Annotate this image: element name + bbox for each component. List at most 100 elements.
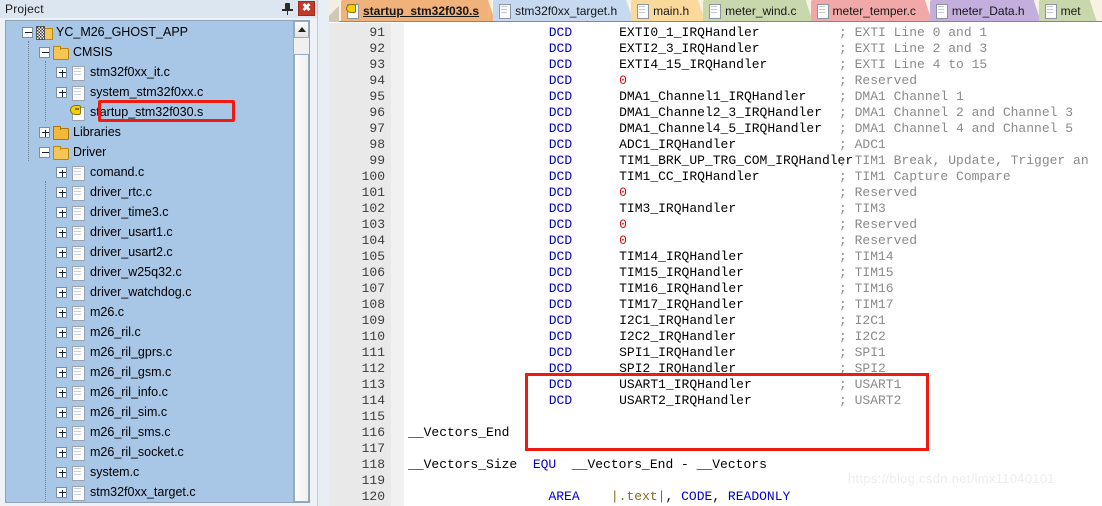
code-operand: ADC1_IRQHandler [619, 137, 737, 152]
tree-item-m26-c[interactable]: m26.c [6, 302, 293, 322]
collapse-icon[interactable] [39, 46, 50, 58]
editor-tab-main-h[interactable]: main.h [631, 0, 699, 21]
expand-icon[interactable] [56, 446, 67, 458]
expand-icon[interactable] [56, 266, 67, 278]
expand-icon[interactable] [56, 486, 67, 498]
code-comment: ; EXTI Line 2 and 3 [839, 41, 988, 56]
expand-icon[interactable] [56, 306, 67, 318]
code-directive: DCD [548, 57, 573, 72]
line-number: 107 [361, 281, 385, 296]
tree-item-comand-c[interactable]: comand.c [6, 162, 293, 182]
code-operand: EXTI2_3_IRQHandler [619, 41, 760, 56]
expand-icon[interactable] [56, 186, 67, 198]
expand-icon[interactable] [56, 366, 67, 378]
code-text: __Vectors_Size EQU __Vectors_End - __Vec… [408, 457, 767, 472]
tree-item-m26-ril-gsm-c[interactable]: m26_ril_gsm.c [6, 362, 293, 382]
tree-item-m26-ril-gprs-c[interactable]: m26_ril_gprs.c [6, 342, 293, 362]
code-operand: 0 [619, 233, 627, 248]
collapse-icon[interactable] [22, 26, 33, 38]
header-file-icon [636, 3, 650, 19]
code-line: 111 DCD SPI1_IRQHandler ; SPI1 [329, 345, 1102, 361]
file-icon [70, 405, 85, 421]
expand-icon[interactable] [56, 206, 67, 218]
editor-tab-stm32f0xx-target-h[interactable]: stm32f0xx_target.h [493, 0, 627, 21]
tree-item-system-stm32f0xx-c[interactable]: system_stm32f0xx.c [6, 82, 293, 102]
line-number: 95 [369, 89, 385, 104]
tree-item-driver-watchdog-c[interactable]: driver_watchdog.c [6, 282, 293, 302]
watermark: https://blog.csdn.net/lmx11040101 [848, 471, 1055, 486]
editor-tab-met[interactable]: met [1038, 0, 1090, 21]
tree-item-m26-ril-sim-c[interactable]: m26_ril_sim.c [6, 402, 293, 422]
tree-item-driver[interactable]: Driver [6, 142, 293, 162]
expand-icon[interactable] [56, 406, 67, 418]
expand-icon[interactable] [56, 246, 67, 258]
tree-item-driver-usart2-c[interactable]: driver_usart2.c [6, 242, 293, 262]
tree-item-stm32f0xx-it-c[interactable]: stm32f0xx_it.c [6, 62, 293, 82]
tree-item-driver-rtc-c[interactable]: driver_rtc.c [6, 182, 293, 202]
line-number: 110 [361, 329, 385, 344]
pane-splitter[interactable] [317, 0, 329, 506]
tree-item-label: driver_rtc.c [90, 185, 152, 199]
scrollbar-thumb[interactable] [294, 54, 309, 502]
tree-item-driver-usart1-c[interactable]: driver_usart1.c [6, 222, 293, 242]
file-icon [70, 425, 85, 441]
tree-item-driver-w25q32-c[interactable]: driver_w25q32.c [6, 262, 293, 282]
expand-icon[interactable] [56, 166, 67, 178]
editor-tab-meter-data-h[interactable]: meter_Data.h [929, 0, 1034, 21]
file-icon [70, 385, 85, 401]
code-line: 112 DCD SPI2_IRQHandler ; SPI2 [329, 361, 1102, 377]
tree-item-label: Driver [73, 145, 107, 159]
tree-item-yc-m26-ghost-app[interactable]: YC_M26_GHOST_APP [6, 22, 293, 42]
expand-icon[interactable] [56, 426, 67, 438]
code-operand: I2C1_IRQHandler [619, 313, 737, 328]
tree-item-label: driver_usart1.c [90, 225, 173, 239]
line-number: 102 [361, 201, 385, 216]
expand-icon[interactable] [56, 326, 67, 338]
editor-tab-meter-wind-c[interactable]: meter_wind.c [703, 0, 806, 21]
tree-item-driver-time3-c[interactable]: driver_time3.c [6, 202, 293, 222]
tree-item-label: startup_stm32f030.s [90, 105, 204, 119]
code-editor[interactable]: 91 DCD EXTI0_1_IRQHandler ; EXTI Line 0 and… [329, 23, 1102, 506]
code-comment: ; TIM1 Break, Update, Trigger an [839, 153, 1089, 168]
expand-icon[interactable] [56, 386, 67, 398]
file-icon [70, 85, 85, 101]
line-number: 119 [361, 473, 385, 488]
c-file-icon [708, 3, 722, 19]
expand-icon[interactable] [56, 286, 67, 298]
expand-icon[interactable] [56, 466, 67, 478]
tree-item-m26-ril-info-c[interactable]: m26_ril_info.c [6, 382, 293, 402]
project-tree-scroll-area[interactable]: YC_M26_GHOST_APP CMSIS stm32f0xx_it.c syste… [6, 21, 293, 502]
pin-icon[interactable] [281, 2, 294, 16]
expand-icon[interactable] [56, 66, 67, 78]
tree-item-libraries[interactable]: Libraries [6, 122, 293, 142]
line-number: 109 [361, 313, 385, 328]
expand-icon[interactable] [56, 226, 67, 238]
code-comment: ; Reserved [839, 73, 918, 88]
tree-item-startup-stm32f030-s[interactable]: startup_stm32f030.s [6, 102, 293, 122]
code-directive: DCD [548, 201, 573, 216]
tree-item-m26-ril-socket-c[interactable]: m26_ril_socket.c [6, 442, 293, 462]
code-operand: SPI2_IRQHandler [619, 361, 737, 376]
file-icon [70, 165, 85, 181]
collapse-icon[interactable] [39, 146, 50, 158]
header-file-icon [935, 3, 948, 19]
editor-tab-startup-stm32f030-s[interactable]: startup_stm32f030.s [341, 0, 489, 21]
code-line: 92 DCD EXTI2_3_IRQHandler ; EXTI Line 2 and… [329, 41, 1102, 57]
tree-item-cmsis[interactable]: CMSIS [6, 42, 293, 62]
tree-item-m26-ril-c[interactable]: m26_ril.c [6, 322, 293, 342]
editor-tab-meter-temper-c[interactable]: meter_temper.c [810, 0, 925, 21]
scroll-up-arrow-icon[interactable] [294, 21, 309, 38]
expand-icon[interactable] [56, 346, 67, 358]
close-icon[interactable]: ✖ [298, 1, 315, 16]
tree-item-system-c[interactable]: system.c [6, 462, 293, 482]
code-operand: TIM16_IRQHandler [619, 281, 744, 296]
expand-icon[interactable] [56, 86, 67, 98]
line-number: 106 [361, 265, 385, 280]
code-directive: DCD [548, 361, 573, 376]
code-line: 109 DCD I2C1_IRQHandler ; I2C1 [329, 313, 1102, 329]
project-tree-vertical-scrollbar[interactable] [293, 21, 309, 502]
tree-item-m26-ril-sms-c[interactable]: m26_ril_sms.c [6, 422, 293, 442]
file-icon [70, 185, 85, 201]
expand-icon[interactable] [39, 126, 50, 138]
tree-item-stm32f0xx-target-c[interactable]: stm32f0xx_target.c [6, 482, 293, 502]
